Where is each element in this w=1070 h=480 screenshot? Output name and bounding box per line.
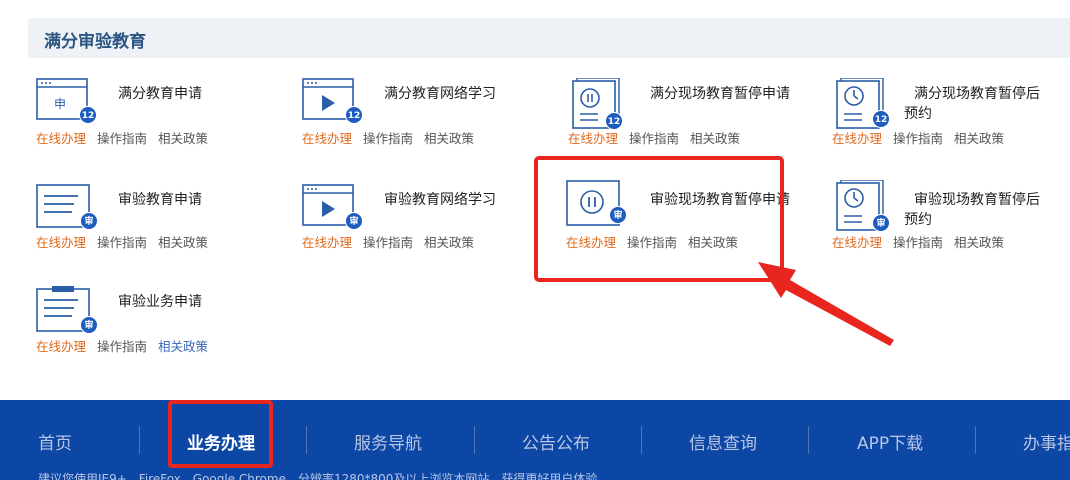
- guide-link[interactable]: 操作指南: [97, 131, 147, 146]
- nav-guide[interactable]: 办事指: [1023, 429, 1070, 454]
- policy-link[interactable]: 相关政策: [158, 235, 208, 250]
- guide-link[interactable]: 操作指南: [363, 235, 413, 250]
- highlight-box: [534, 156, 784, 282]
- card-title[interactable]: 审验教育申请: [118, 190, 268, 210]
- nav-announcements[interactable]: 公告公布: [522, 429, 590, 454]
- nav-highlight-box: [168, 400, 273, 468]
- clock-doc-icon: 审: [832, 179, 890, 232]
- online-handle-link[interactable]: 在线办理: [36, 235, 86, 250]
- online-handle-link[interactable]: 在线办理: [302, 131, 352, 146]
- service-card[interactable]: 审 审验教育申请 在线办理 操作指南 相关政策: [28, 184, 293, 269]
- main-nav: 首页 业务办理 服务导航 公告公布 信息查询 APP下载 办事指 建议您使用IE…: [0, 400, 1070, 480]
- browser-note: 建议您使用IE9+、FireFox、Google Chrome，分辨率1280*…: [38, 472, 610, 480]
- policy-link[interactable]: 相关政策: [424, 131, 474, 146]
- online-handle-link[interactable]: 在线办理: [302, 235, 352, 250]
- online-handle-link[interactable]: 在线办理: [568, 131, 618, 146]
- card-title[interactable]: 满分教育申请: [118, 84, 268, 104]
- service-card[interactable]: 12 满分现场教育暂停后预约 在线办理 操作指南 相关政策: [824, 77, 1070, 163]
- count-badge: 12: [79, 106, 97, 124]
- online-handle-link[interactable]: 在线办理: [832, 131, 882, 146]
- card-title[interactable]: 审验现场教育暂停后预约: [904, 190, 1044, 230]
- count-badge: 12: [872, 110, 890, 128]
- service-card[interactable]: 审 审验教育网络学习 在线办理 操作指南 相关政策: [294, 184, 559, 269]
- nav-divider: [808, 426, 809, 454]
- apply-doc-icon: 申 12: [36, 78, 97, 124]
- service-card[interactable]: 申 12 满分教育申请 在线办理 操作指南 相关政策: [28, 78, 293, 163]
- nav-divider: [474, 426, 475, 454]
- count-badge: 审: [80, 316, 98, 334]
- section-title: 满分审验教育: [44, 32, 146, 52]
- section-header: 满分审验教育: [28, 18, 1070, 58]
- video-play-icon: 审: [302, 184, 363, 230]
- card-title[interactable]: 审验业务申请: [118, 292, 268, 312]
- page: 满分审验教育 申 12 满分教育申请 在线办理 操作指南 相关政策 12 满分教…: [0, 0, 1070, 480]
- policy-link[interactable]: 相关政策: [424, 235, 474, 250]
- count-badge: 12: [345, 106, 363, 124]
- nav-app-download[interactable]: APP下载: [857, 429, 923, 454]
- card-title[interactable]: 满分现场教育暂停申请: [640, 84, 790, 104]
- online-handle-link[interactable]: 在线办理: [36, 131, 86, 146]
- service-card[interactable]: 审 审验业务申请 在线办理 操作指南 相关政策: [28, 286, 293, 371]
- policy-link[interactable]: 相关政策: [158, 339, 208, 354]
- card-title[interactable]: 满分现场教育暂停后预约: [904, 84, 1044, 124]
- online-handle-link[interactable]: 在线办理: [36, 339, 86, 354]
- policy-link[interactable]: 相关政策: [954, 131, 1004, 146]
- clipboard-doc-icon: 审: [36, 286, 98, 334]
- video-play-icon: 12: [302, 78, 363, 124]
- count-badge: 审: [872, 214, 890, 232]
- count-badge: 审: [345, 212, 363, 230]
- policy-link[interactable]: 相关政策: [954, 235, 1004, 250]
- pause-doc-icon: 12: [568, 77, 624, 130]
- clock-doc-icon: 12: [832, 77, 890, 129]
- form-doc-icon: 审: [36, 184, 98, 230]
- guide-link[interactable]: 操作指南: [893, 131, 943, 146]
- card-title[interactable]: 满分教育网络学习: [384, 84, 534, 104]
- nav-info-query[interactable]: 信息查询: [689, 429, 757, 454]
- service-card[interactable]: 审 审验现场教育暂停后预约 在线办理 操作指南 相关政策: [824, 179, 1070, 265]
- policy-link[interactable]: 相关政策: [158, 131, 208, 146]
- online-handle-link[interactable]: 在线办理: [832, 235, 882, 250]
- service-card[interactable]: 12 满分现场教育暂停申请 在线办理 操作指南 相关政策: [560, 77, 825, 163]
- guide-link[interactable]: 操作指南: [629, 131, 679, 146]
- guide-link[interactable]: 操作指南: [97, 235, 147, 250]
- nav-home[interactable]: 首页: [38, 429, 72, 454]
- nav-divider: [306, 426, 307, 454]
- svg-text:申: 申: [54, 97, 66, 111]
- nav-divider: [641, 426, 642, 454]
- guide-link[interactable]: 操作指南: [97, 339, 147, 354]
- nav-divider: [139, 426, 140, 454]
- nav-service-guide[interactable]: 服务导航: [354, 429, 422, 454]
- count-badge: 审: [80, 212, 98, 230]
- service-card[interactable]: 12 满分教育网络学习 在线办理 操作指南 相关政策: [294, 78, 559, 163]
- guide-link[interactable]: 操作指南: [363, 131, 413, 146]
- nav-divider: [975, 426, 976, 454]
- policy-link[interactable]: 相关政策: [690, 131, 740, 146]
- card-title[interactable]: 审验教育网络学习: [384, 190, 534, 210]
- guide-link[interactable]: 操作指南: [893, 235, 943, 250]
